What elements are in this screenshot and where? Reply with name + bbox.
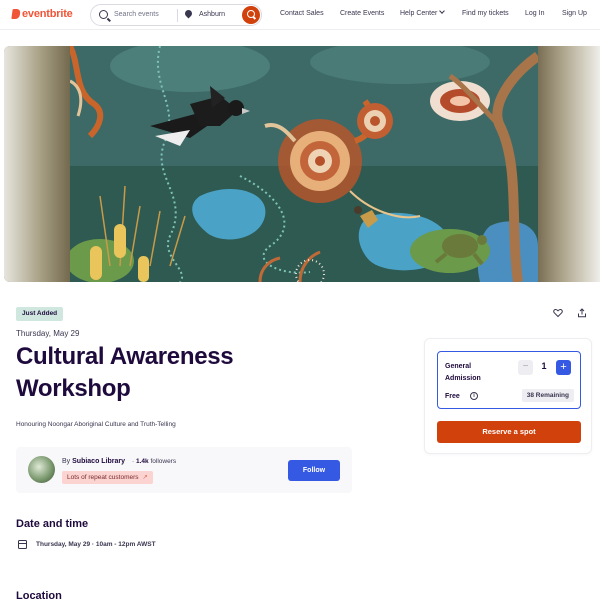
just-added-badge: Just Added	[16, 307, 64, 321]
date-time-row: Thursday, May 29 · 10am - 12pm AWST	[18, 540, 156, 549]
search-icon	[99, 10, 108, 19]
hero-banner	[4, 46, 600, 282]
help-center-link[interactable]: Help Center	[400, 8, 446, 17]
hero-blur-left	[4, 46, 70, 282]
contact-sales-link[interactable]: Contact Sales	[280, 10, 324, 17]
location-heading: Location	[16, 590, 62, 600]
repeat-customers-badge: Lots of repeat customers ↗	[62, 471, 153, 484]
top-nav: eventbrite Search events Ashburn Contact…	[0, 0, 600, 30]
increase-quantity-button[interactable]: +	[556, 360, 571, 375]
event-title: Cultural Awareness Workshop	[16, 343, 234, 402]
trend-up-icon: ↗	[142, 474, 148, 481]
follow-button[interactable]: Follow	[288, 460, 340, 481]
ticket-quantity: 1	[541, 361, 547, 371]
calendar-icon	[18, 540, 27, 549]
info-icon[interactable]: i	[470, 392, 478, 400]
heart-icon[interactable]	[553, 308, 563, 318]
event-summary: Honouring Noongar Aboriginal Culture and…	[16, 421, 176, 428]
create-events-link[interactable]: Create Events	[340, 10, 384, 17]
remaining-badge: 38 Remaining	[521, 389, 574, 402]
share-icon[interactable]	[577, 308, 587, 318]
search-input[interactable]: Search events	[114, 11, 159, 18]
by-prefix: By	[62, 458, 71, 465]
search-submit-button[interactable]	[242, 6, 260, 24]
ticket-name: General Admission	[445, 363, 481, 382]
organizer-name[interactable]: Subiaco Library	[72, 458, 125, 465]
organizer-byline: By Subiaco Library	[62, 458, 125, 465]
organizer-avatar[interactable]	[28, 456, 55, 483]
logo-text: eventbrite	[22, 8, 73, 20]
decrease-quantity-button[interactable]: −	[518, 360, 533, 375]
organizer-card: By Subiaco Library · 1.4k followers Lots…	[16, 447, 352, 493]
eventbrite-logo[interactable]: eventbrite	[11, 8, 73, 20]
location-pin-icon	[183, 8, 194, 19]
logo-mark-icon	[11, 9, 21, 19]
search-bar[interactable]: Search events Ashburn	[90, 4, 262, 26]
followers-count: 1.4k	[135, 458, 149, 465]
date-time-heading: Date and time	[16, 518, 89, 530]
help-center-label: Help Center	[400, 10, 438, 17]
ticket-card: General Admission − 1 + Free i 38 Remain…	[424, 338, 592, 454]
organizer-followers: · 1.4k followers	[132, 458, 176, 465]
signup-link[interactable]: Sign Up	[562, 10, 587, 17]
search-divider	[177, 9, 178, 22]
location-input[interactable]: Ashburn	[199, 11, 225, 18]
followers-label: followers	[150, 458, 177, 465]
reserve-spot-button[interactable]: Reserve a spot	[437, 421, 581, 443]
hero-blur-right	[538, 46, 600, 282]
date-time-value: Thursday, May 29 · 10am - 12pm AWST	[36, 541, 156, 548]
ticket-option[interactable]: General Admission − 1 + Free i 38 Remain…	[437, 351, 581, 409]
repeat-customers-label: Lots of repeat customers	[67, 474, 139, 481]
event-date-short: Thursday, May 29	[16, 329, 80, 338]
chevron-down-icon	[439, 8, 446, 14]
find-tickets-link[interactable]: Find my tickets	[462, 10, 509, 17]
ticket-price: Free	[445, 393, 460, 400]
hero-artwork-image	[70, 46, 538, 282]
login-link[interactable]: Log In	[525, 10, 544, 17]
